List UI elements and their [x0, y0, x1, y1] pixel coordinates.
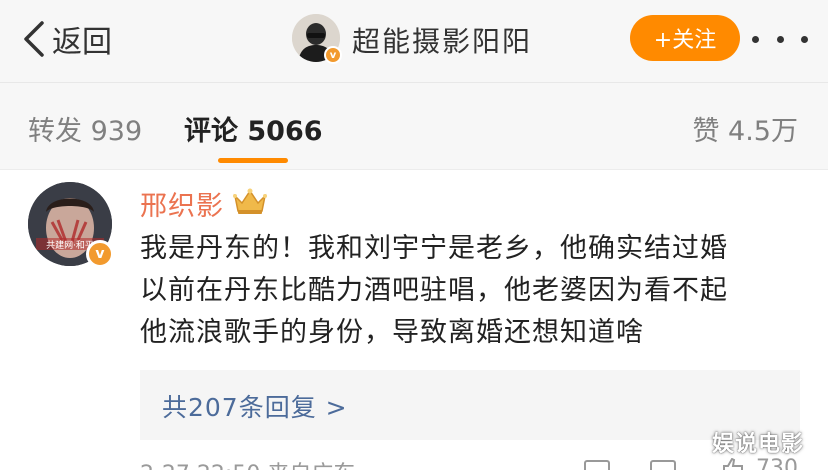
- more-dot: [801, 35, 808, 43]
- comment-icon[interactable]: [650, 460, 676, 470]
- active-tab-indicator: [218, 158, 288, 163]
- thumbs-up-icon[interactable]: [722, 458, 744, 470]
- comment-body: 我是丹东的！我和刘宇宁是老乡，他确实结过婚 以前在丹东比酷力酒吧驻唱，他老婆因为…: [140, 228, 810, 354]
- comment-line: 他流浪歌手的身份，导致离婚还想知道啥: [140, 317, 644, 348]
- verified-badge-icon: v: [324, 46, 342, 64]
- tab-bar: 转发 939 评论 5066 赞 4.5万: [0, 83, 828, 169]
- divider: [0, 169, 828, 170]
- tab-repost[interactable]: 转发 939: [28, 109, 142, 148]
- verified-badge-icon: v: [86, 240, 114, 268]
- more-dot: [776, 35, 784, 43]
- like-count: 730: [756, 456, 798, 470]
- view-replies-link[interactable]: 共207条回复 >: [162, 388, 348, 424]
- more-dot: [752, 35, 759, 43]
- comment-line: 以前在丹东比酷力酒吧驻唱，他老婆因为看不起: [140, 275, 728, 306]
- comment-meta: 2-27 22:50 来自广东: [140, 456, 355, 470]
- author-name[interactable]: 超能摄影阳阳: [352, 20, 532, 60]
- back-label: 返回: [52, 25, 112, 60]
- tab-like[interactable]: 赞 4.5万: [692, 109, 798, 148]
- comment-line: 我是丹东的！我和刘宇宁是老乡，他确实结过婚: [140, 233, 728, 264]
- follow-button[interactable]: +关注: [630, 15, 740, 61]
- repost-icon[interactable]: [584, 460, 610, 470]
- replies-panel[interactable]: 共207条回复 >: [140, 370, 800, 440]
- top-navigation-bar: 返回 v 超能摄影阳阳 +关注: [0, 0, 828, 82]
- crown-icon: [233, 188, 267, 214]
- commenter-username[interactable]: 邢织影: [140, 184, 224, 223]
- tab-comment[interactable]: 评论 5066: [184, 109, 323, 148]
- back-button[interactable]: 返回: [20, 14, 112, 64]
- chevron-left-icon: [24, 21, 44, 57]
- watermark: 娱说电影: [712, 432, 805, 457]
- more-options-icon[interactable]: [752, 24, 808, 54]
